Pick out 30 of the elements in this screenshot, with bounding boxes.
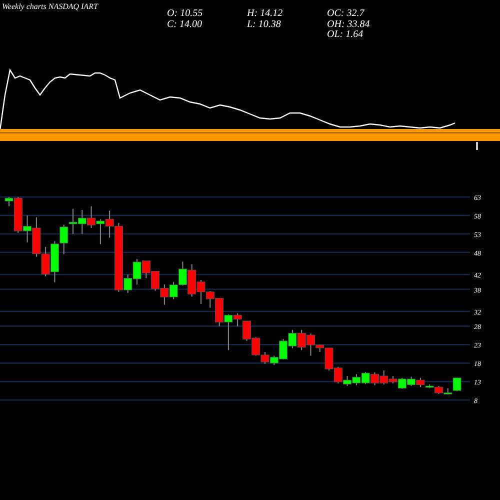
ohlc-stat: O: 10.55 — [167, 8, 203, 19]
ohlc-stat: OH: 33.84 — [327, 19, 370, 30]
ohlc-stat: C: 14.00 — [167, 19, 202, 30]
candlestick — [288, 329, 297, 349]
candlestick — [50, 240, 59, 283]
candlestick — [78, 209, 86, 234]
marker-tick — [476, 142, 478, 150]
candlestick — [169, 281, 178, 300]
candlestick — [41, 246, 50, 277]
ohlc-stat: OL: 1.64 — [327, 29, 364, 40]
candlestick — [361, 371, 370, 385]
ohlc-stat: OC: 32.7 — [327, 8, 364, 19]
candlestick — [87, 206, 96, 228]
candlestick — [68, 208, 78, 234]
candlestick — [407, 376, 416, 386]
candlestick — [60, 224, 68, 255]
candlestick — [151, 270, 160, 292]
candlestick — [160, 284, 169, 306]
ohlc-stat: L: 10.38 — [247, 19, 281, 30]
candlestick — [142, 260, 150, 279]
candlestick — [297, 329, 306, 351]
candlestick — [178, 261, 187, 286]
candlestick — [188, 264, 196, 298]
candlestick — [352, 374, 361, 386]
chart-title: Weekly charts NASDAQ IART — [2, 2, 98, 11]
candlestick — [132, 258, 142, 285]
candlestick — [96, 218, 105, 245]
ohlc-stat: H: 14.12 — [247, 8, 283, 19]
candlestick — [370, 372, 379, 386]
candlestick — [196, 280, 206, 305]
